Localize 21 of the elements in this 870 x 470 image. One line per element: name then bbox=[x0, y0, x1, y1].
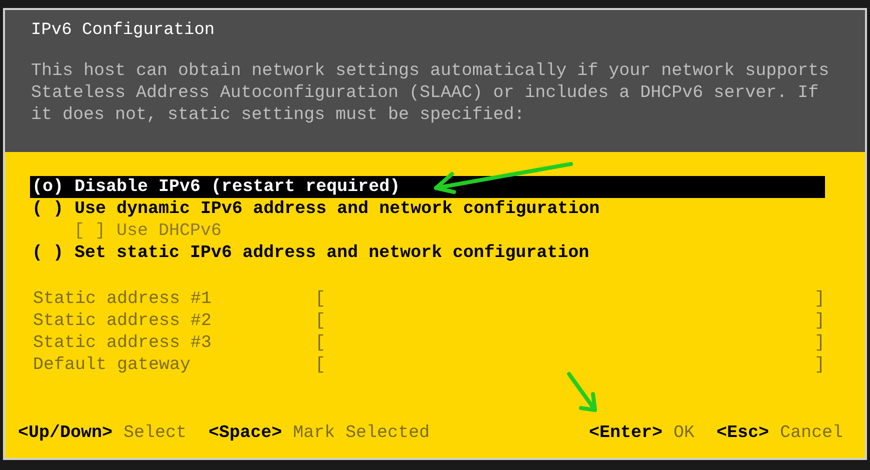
radio-option[interactable]: (o) Disable IPv6 (restart required) bbox=[30, 176, 825, 198]
field-label: Static address #1 bbox=[33, 288, 213, 310]
key-hint: <Esc> bbox=[716, 422, 769, 444]
key-action: Select bbox=[124, 422, 187, 444]
field-label: Static address #3 bbox=[33, 332, 213, 354]
key-action: Mark Selected bbox=[293, 422, 430, 444]
field-label: Default gateway bbox=[33, 354, 192, 376]
key-action: OK bbox=[673, 422, 694, 444]
key-hint: <Up/Down> bbox=[18, 422, 113, 444]
radio-option[interactable]: ( ) Set static IPv6 address and network configuration bbox=[30, 242, 825, 264]
input-field[interactable]: [ ] bbox=[315, 288, 825, 310]
dialog-title: IPv6 Configuration bbox=[31, 20, 216, 42]
description-text: This host can obtain network settings automatically if your network supports Stateless Address Autoconfiguration (SLAAC) or includes a DHCPv6 server. If it does not, static settings must be specified: bbox=[31, 60, 830, 126]
key-hint: <Space> bbox=[208, 422, 282, 444]
key-hint: <Enter> bbox=[588, 422, 662, 444]
key-action: Cancel bbox=[780, 422, 843, 444]
radio-option[interactable]: ( ) Use dynamic IPv6 address and network configuration bbox=[30, 198, 825, 220]
input-field[interactable]: [ ] bbox=[315, 310, 825, 332]
input-field[interactable]: [ ] bbox=[315, 354, 825, 376]
input-field[interactable]: [ ] bbox=[315, 332, 825, 354]
field-label: Static address #2 bbox=[33, 310, 213, 332]
